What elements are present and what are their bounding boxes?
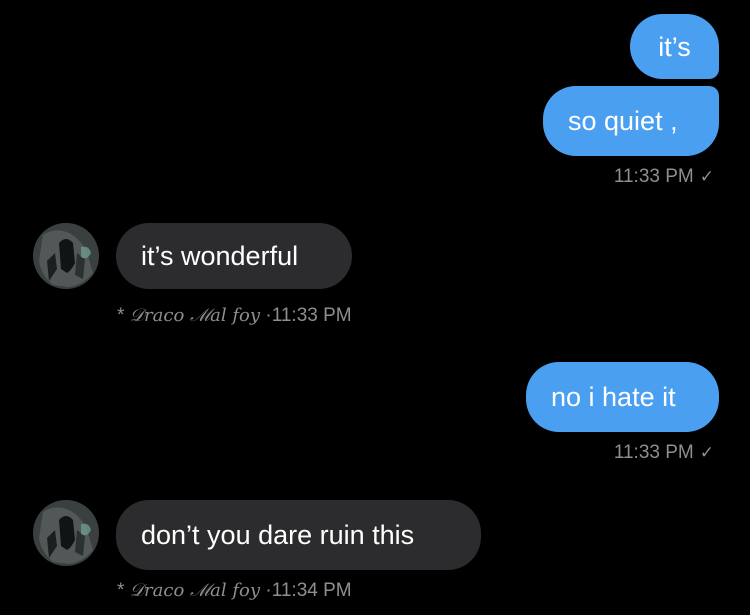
message-timestamp: 11:33 PM ✓ [613, 166, 714, 187]
avatar-icon[interactable] [33, 500, 99, 566]
message-timestamp: 11:34 PM [271, 580, 352, 601]
message-text: no i hate it [551, 382, 676, 412]
check-icon: ✓ [699, 443, 714, 462]
message-bubble-incoming[interactable]: don’t you dare ruin this [116, 500, 481, 570]
message-bubble-incoming[interactable]: it’s wonderful [116, 223, 352, 289]
sender-name[interactable]: 𝒟raco ℳal foy [130, 305, 260, 326]
message-bubble-outgoing[interactable]: so quiet , [543, 86, 719, 156]
message-text: it’s [658, 31, 691, 62]
message-timestamp: 11:33 PM ✓ [613, 442, 714, 463]
message-bubble-outgoing[interactable]: no i hate it [526, 362, 719, 432]
check-icon: ✓ [699, 167, 714, 186]
message-bubble-outgoing[interactable]: it’s [630, 14, 719, 79]
message-text: it’s wonderful [141, 241, 299, 271]
message-text: so quiet , [568, 106, 678, 136]
message-timestamp: 11:33 PM [271, 305, 352, 326]
sender-line: * 𝒟raco ℳal foy ·11:33 PM [117, 305, 352, 327]
message-text: don’t you dare ruin this [141, 520, 415, 550]
sender-name[interactable]: 𝒟raco ℳal foy [130, 580, 260, 601]
sender-prefix: * [117, 305, 125, 326]
sender-line: * 𝒟raco ℳal foy ·11:34 PM [117, 580, 352, 602]
avatar-icon[interactable] [33, 223, 99, 289]
sender-prefix: * [117, 580, 125, 601]
